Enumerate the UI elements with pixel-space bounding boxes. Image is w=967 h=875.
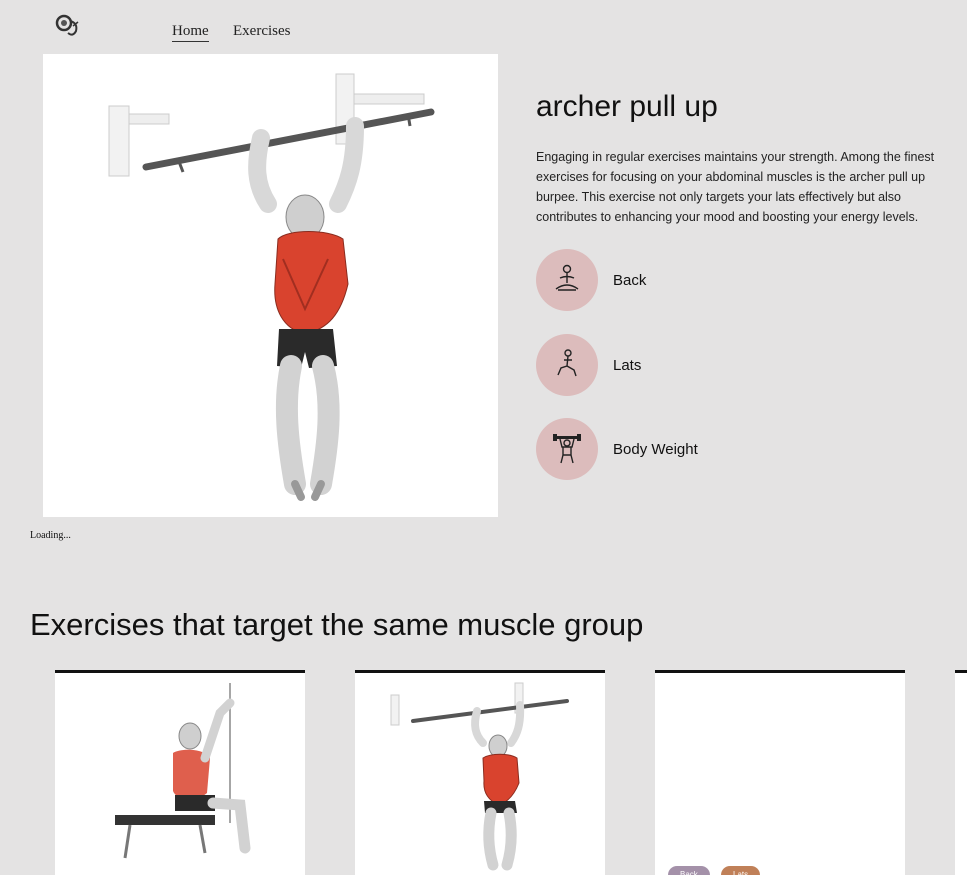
nav-home-link[interactable]: Home bbox=[172, 23, 209, 42]
tag-body-weight[interactable]: Body Weight bbox=[536, 418, 698, 480]
meditation-pose-icon bbox=[536, 249, 598, 311]
tag-lats[interactable]: Lats bbox=[536, 334, 641, 396]
logo-icon[interactable] bbox=[54, 12, 84, 40]
exercise-description: Engaging in regular exercises maintains … bbox=[536, 150, 935, 224]
exercise-card[interactable]: Back Lats bbox=[655, 670, 905, 875]
lunge-pose-icon bbox=[536, 334, 598, 396]
exercise-thumbnail bbox=[390, 682, 569, 871]
exercise-card[interactable] bbox=[955, 670, 967, 875]
pill-back[interactable]: Back bbox=[668, 866, 710, 875]
tag-back[interactable]: Back bbox=[536, 249, 646, 311]
exercise-image bbox=[43, 54, 498, 517]
similar-exercises-heading: Exercises that target the same muscle gr… bbox=[30, 607, 644, 642]
page: Home Exercises archer pull up Engaging i… bbox=[0, 0, 967, 875]
tag-label: Back bbox=[613, 271, 647, 289]
exercise-card[interactable] bbox=[55, 670, 305, 875]
tag-label: Lats bbox=[613, 356, 642, 374]
pill-lats[interactable]: Lats bbox=[721, 866, 761, 875]
exercise-title: archer pull up bbox=[536, 90, 718, 123]
exercise-thumbnail bbox=[115, 683, 251, 859]
nav-exercises-link[interactable]: Exercises bbox=[233, 23, 290, 40]
dumbbell-lift-icon bbox=[536, 418, 598, 480]
exercise-card[interactable] bbox=[355, 670, 605, 875]
tag-label: Body Weight bbox=[613, 440, 698, 458]
loading-text: Loading... bbox=[30, 530, 71, 541]
